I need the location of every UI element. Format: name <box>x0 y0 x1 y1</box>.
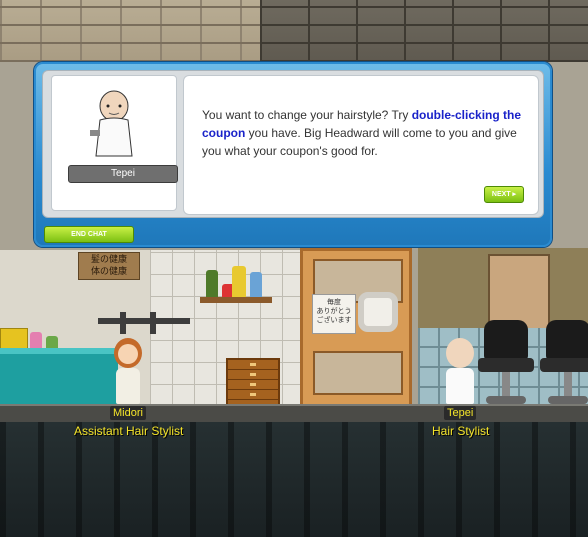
npc-name-midori: Midori <box>110 406 146 420</box>
npc-title-tepei: Hair Stylist <box>432 424 490 438</box>
barber-chair <box>540 320 588 406</box>
door-handle <box>358 292 398 332</box>
end-chat-button[interactable]: END CHAT <box>44 226 134 243</box>
npc-title-midori: Assistant Hair Stylist <box>74 424 184 438</box>
floor-strip <box>0 404 588 424</box>
tepei-portrait-icon <box>90 90 133 157</box>
wall-shelf <box>200 297 272 303</box>
door-sign: 毎度 ありがとう ございます <box>312 294 356 334</box>
npc-name-tepei: Tepei <box>444 406 477 420</box>
pipe <box>120 312 126 334</box>
dialog-message: You want to change your hairstyle? Try d… <box>202 106 522 160</box>
ground <box>0 422 588 537</box>
npc-midori[interactable] <box>108 338 148 406</box>
drawer-cabinet <box>226 358 280 406</box>
pipe <box>150 312 156 334</box>
dialog-panel: Tepei You want to change your hairstyle?… <box>42 70 544 218</box>
message-part: you have. Big Headward will come to you … <box>202 126 517 158</box>
shop-sign: 髪の健康 体の健康 <box>78 252 140 280</box>
pipe <box>98 318 190 324</box>
barber-chair <box>478 320 534 406</box>
npc-portrait: Tepei <box>51 75 178 211</box>
message-part: You want to change your hairstyle? Try <box>202 108 412 122</box>
dialog-text-pane: You want to change your hairstyle? Try d… <box>183 75 539 215</box>
game-scene: 髪の健康 体の健康 毎度 ありがとう ございます Midori Assistan… <box>0 0 588 537</box>
bottle <box>250 272 262 297</box>
washing-counter <box>0 348 118 404</box>
next-button[interactable]: NEXT ▸ <box>484 186 524 203</box>
npc-tepei[interactable] <box>440 338 480 406</box>
speaker-name: Tepei <box>68 165 178 183</box>
bottle <box>232 266 246 297</box>
bottle <box>206 270 218 297</box>
dark-brick-wall <box>260 0 588 62</box>
npc-dialog: Tepei You want to change your hairstyle?… <box>34 62 552 247</box>
